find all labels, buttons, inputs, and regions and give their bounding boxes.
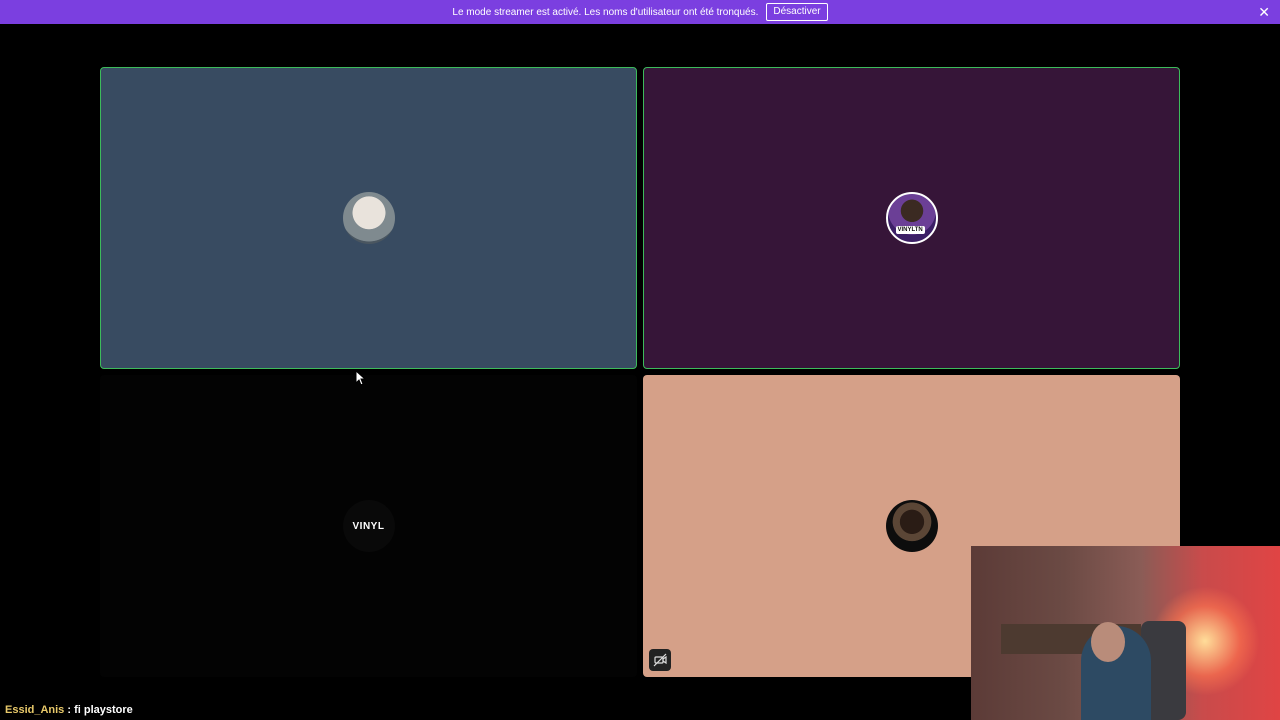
mouse-cursor-icon: [355, 370, 367, 386]
chat-overlay: Essid_Anis : fi playstore: [5, 704, 133, 716]
avatar-tag: VINYLTN: [895, 226, 925, 234]
vinyl-user-avatar: VINYLTN: [885, 192, 938, 244]
avatar-text: VINYL: [352, 520, 385, 532]
disable-button[interactable]: Désactiver: [766, 3, 828, 21]
participant-tile-3[interactable]: VINYL: [100, 375, 637, 677]
participant-tile-1[interactable]: [100, 67, 637, 369]
chat-message: fi playstore: [74, 704, 133, 716]
close-icon[interactable]: ✕: [1258, 3, 1270, 21]
webcam-overlay: [971, 546, 1280, 720]
streamer-head: [1091, 622, 1125, 662]
banner-message: Le mode streamer est activé. Les noms d'…: [452, 6, 759, 18]
streamer-mode-banner: Le mode streamer est activé. Les noms d'…: [0, 0, 1280, 24]
chat-username: Essid_Anis: [5, 704, 65, 716]
group-photo-avatar: [342, 192, 395, 244]
vinyl-logo-avatar: VINYL: [342, 500, 395, 552]
camera-off-icon: [649, 649, 671, 671]
glasses-user-avatar: [885, 500, 938, 552]
participant-tile-2[interactable]: VINYLTN: [643, 67, 1180, 369]
chat-separator: :: [64, 704, 75, 716]
